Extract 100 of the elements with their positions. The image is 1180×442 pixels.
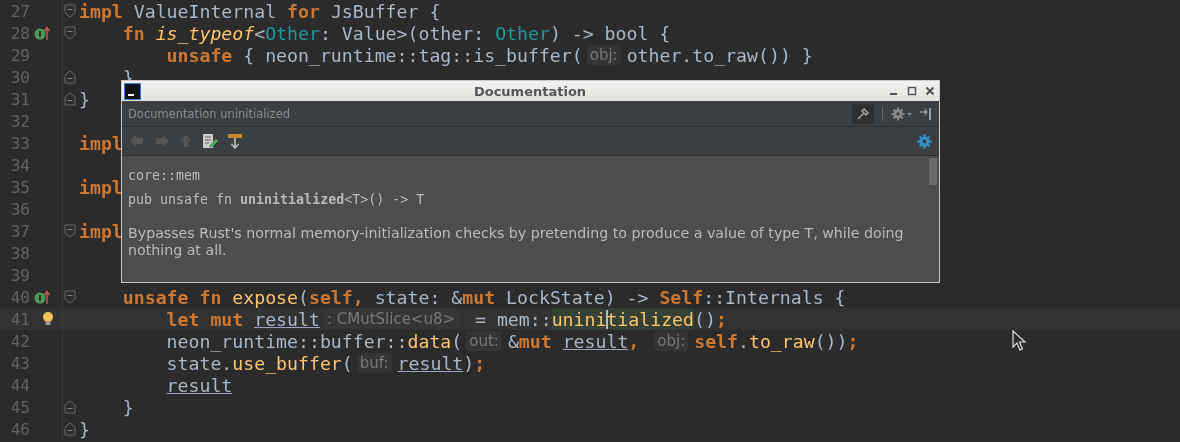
fold-end-icon[interactable] — [64, 92, 76, 106]
code-text: ( — [298, 286, 309, 308]
code-text: < — [254, 22, 266, 44]
line-number: 43 — [9, 353, 30, 373]
code-variable: result — [397, 352, 464, 374]
code-keyword: unsafe fn — [122, 286, 223, 308]
app-logo-icon — [124, 82, 141, 100]
close-icon[interactable] — [925, 86, 935, 96]
code-text: LockState) -> — [506, 286, 650, 308]
line-number: 34 — [9, 155, 30, 175]
code-text: neon_runtime::buffer:: — [166, 330, 408, 352]
settings-icon[interactable] — [891, 106, 913, 121]
code-text: { neon_runtime::tag::is_buffer( — [243, 44, 583, 66]
code-keyword: self — [308, 286, 353, 308]
inlay-hint: obj: — [586, 45, 621, 65]
code-text: state: & — [374, 286, 463, 308]
code-function: data — [407, 330, 452, 352]
fold-end-icon[interactable] — [64, 400, 76, 414]
code-keyword: ; — [474, 352, 486, 374]
code-keyword: impl — [79, 0, 124, 22]
code-text: ) -> bool { — [549, 22, 671, 44]
line-number: 39 — [9, 265, 30, 285]
code-keyword: impl — [79, 220, 123, 242]
line-number: 46 — [9, 419, 30, 439]
code-function: use_buffer — [232, 352, 342, 374]
popup-header: Documentation uninitialized — [128, 106, 291, 121]
code-function: expose — [232, 286, 298, 308]
line-number: 36 — [9, 199, 30, 219]
fold-end-icon[interactable] — [64, 70, 76, 84]
code-text: ValueInternal — [133, 0, 278, 22]
description-text: Bypasses Rust's normal memory-initialization checks by pretending to produce a value of type T, while doing nothing at all. — [128, 225, 905, 259]
code-text: ( — [451, 330, 463, 352]
fold-icon[interactable] — [64, 4, 76, 18]
code-text: } — [79, 88, 90, 110]
code-text: } — [79, 418, 90, 440]
code-function: to_raw — [748, 330, 815, 352]
line-number: 29 — [9, 45, 30, 65]
code-variable: result — [562, 330, 629, 352]
maximize-icon[interactable] — [907, 86, 917, 96]
code-function: is_typeof — [155, 22, 255, 44]
hide-panel-icon[interactable] — [919, 106, 933, 121]
code-keyword: unsafe — [166, 44, 234, 66]
inlay-hint: obj: — [654, 331, 689, 351]
scrollbar-thumb[interactable] — [929, 158, 937, 185]
code-keyword: , — [628, 330, 641, 352]
code-keyword: for — [287, 0, 321, 22]
code-text: & — [507, 330, 519, 352]
code-text: ( — [341, 352, 353, 374]
code-text: = mem:: — [474, 308, 552, 330]
code-keyword: mut — [462, 286, 497, 308]
code-keyword: impl — [79, 176, 123, 198]
code-keyword: Self — [659, 286, 704, 308]
line-number: 27 — [9, 1, 30, 21]
code-type: Other — [265, 22, 320, 44]
edit-source-icon[interactable] — [202, 133, 218, 149]
line-number: 32 — [9, 111, 30, 131]
window-title: Documentation — [472, 83, 588, 99]
code-keyword: impl — [79, 132, 123, 154]
line-number: 37 — [9, 221, 30, 241]
code-text: . — [738, 330, 749, 352]
code-text: ) — [463, 352, 475, 374]
line-number: 42 — [9, 331, 30, 351]
fold-end-icon[interactable] — [64, 422, 76, 436]
code-text: () — [694, 308, 716, 330]
fold-icon[interactable] — [64, 224, 76, 238]
code-text: ::Internals { — [703, 286, 846, 308]
code-text: state. — [166, 352, 233, 374]
pin-button[interactable] — [852, 103, 874, 124]
line-number: 40 — [9, 287, 30, 307]
code-text: : Value>(other: — [319, 22, 486, 44]
code-type: Other — [495, 22, 550, 44]
code-variable: result — [166, 374, 233, 396]
function-signature: pub unsafe fn uninitialized<T>() -> T — [128, 192, 426, 207]
code-keyword: , — [352, 286, 365, 308]
code-keyword: fn — [122, 22, 146, 44]
code-keyword: ; — [847, 330, 859, 352]
line-number: 45 — [9, 397, 30, 417]
fold-icon[interactable] — [64, 26, 76, 40]
inlay-hint: out: — [466, 331, 502, 351]
inlay-hint: buf: — [356, 353, 392, 373]
code-keyword: let mut — [166, 308, 245, 330]
line-number: 33 — [9, 133, 30, 153]
code-keyword: self — [694, 330, 738, 352]
fold-icon[interactable] — [64, 290, 76, 304]
code-variable: result — [254, 308, 320, 330]
line-number: 30 — [9, 67, 30, 87]
code-keyword: ; — [715, 308, 727, 330]
code-text: JsBuffer { — [330, 0, 441, 22]
settings-icon[interactable] — [917, 133, 932, 149]
code-text: other.to_raw()) } — [626, 44, 813, 66]
line-number: 35 — [9, 177, 30, 197]
line-number: 31 — [9, 89, 30, 109]
code-text: ()) — [814, 330, 848, 352]
code-keyword: mut — [518, 330, 553, 352]
line-number: 38 — [9, 243, 30, 263]
module-path: core::mem — [128, 168, 202, 183]
line-number: 44 — [9, 375, 30, 395]
code-text: } — [122, 396, 134, 418]
line-number: 28 — [9, 23, 30, 43]
jump-to-source-icon[interactable] — [227, 133, 243, 149]
